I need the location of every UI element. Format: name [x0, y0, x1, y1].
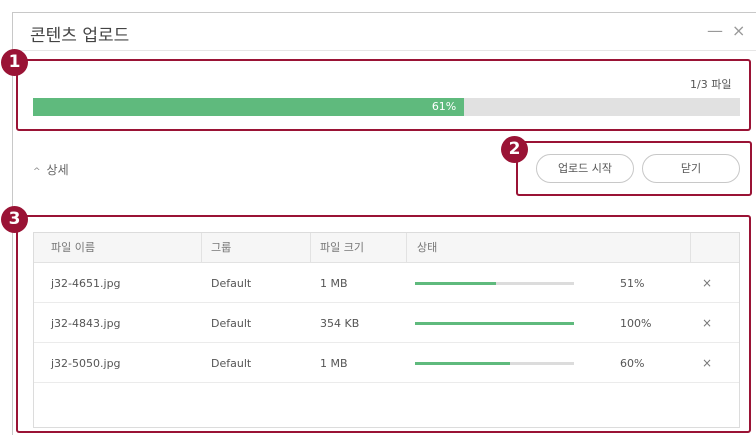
title-bar: 콘텐츠 업로드 — ×: [13, 13, 756, 51]
detail-label: 상세: [46, 163, 69, 177]
detail-toggle[interactable]: ^ 상세: [33, 161, 69, 178]
callout-badge-1: 1: [1, 49, 28, 76]
minimize-icon[interactable]: —: [707, 21, 723, 41]
callout-buttons-section: [516, 141, 752, 196]
callout-badge-2: 2: [501, 136, 528, 163]
callout-progress-section: [16, 59, 751, 131]
dialog-title: 콘텐츠 업로드: [30, 26, 130, 46]
close-icon[interactable]: ×: [732, 21, 745, 41]
callout-badge-3: 3: [1, 206, 28, 233]
chevron-up-icon: ^: [33, 167, 41, 177]
callout-file-list-section: [16, 215, 751, 433]
